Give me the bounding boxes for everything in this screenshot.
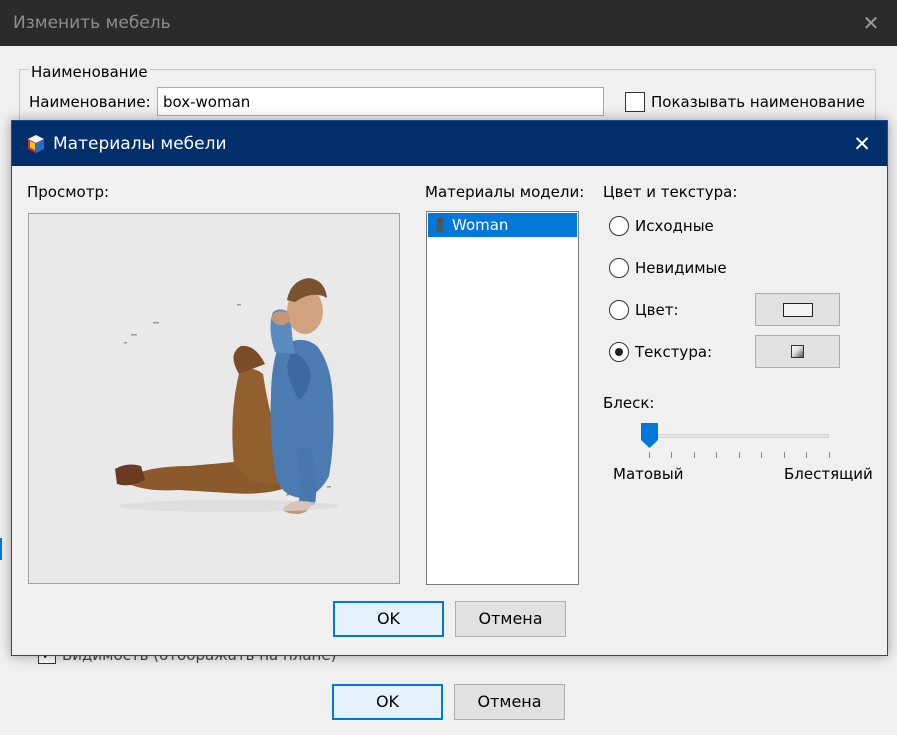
show-name-label: Показывать наименование [651,93,865,111]
invisible-radio[interactable] [609,258,629,278]
color-radio[interactable] [609,300,629,320]
color-button[interactable] [755,293,840,326]
materials-title: Материалы мебели [53,134,227,154]
seated-man-3d-model [115,278,339,514]
original-radio-label: Исходные [635,217,714,235]
cancel-button[interactable]: Отмена [454,684,565,720]
materials-label: Материалы модели: [425,183,585,201]
edit-furniture-title: Изменить мебель [13,13,171,33]
name-group-legend: Наименование [29,63,150,81]
invisible-radio-label: Невидимые [635,259,727,277]
ok-button[interactable]: OK [332,684,443,720]
texture-radio-label: Текстура: [635,343,713,361]
shininess-label: Блеск: [603,394,655,412]
radio-selected-dot [615,348,623,356]
color-radio-label: Цвет: [635,301,679,319]
close-icon[interactable]: ✕ [858,10,884,36]
materials-titlebar: Материалы мебели ✕ [12,121,887,166]
focus-accent [0,538,2,560]
original-radio[interactable] [609,216,629,236]
color-swatch [783,303,813,317]
edit-furniture-titlebar: Изменить мебель ✕ [0,0,897,46]
shininess-slider-track[interactable] [650,434,829,438]
app-cube-icon [28,135,44,153]
shininess-slider-ticks [649,452,831,460]
screen: Изменить мебель ✕ Наименование Наименова… [0,0,897,735]
shininess-max-label: Блестящий [784,465,873,483]
preview-label: Просмотр: [27,183,110,201]
material-name: Woman [452,216,509,234]
shininess-min-label: Матовый [613,465,684,483]
preview-panel[interactable] [28,213,400,584]
cancel-button[interactable]: Отмена [455,601,566,637]
texture-button[interactable] [755,335,840,368]
name-label: Наименование: [29,93,151,111]
shininess-slider-thumb[interactable] [641,423,658,448]
materials-list[interactable]: Woman [426,211,579,585]
name-input[interactable] [157,87,604,116]
show-name-checkbox[interactable] [625,92,645,112]
furniture-materials-dialog: Материалы мебели ✕ Просмотр: Материалы м… [11,120,888,656]
list-item[interactable]: Woman [428,213,577,237]
color-texture-label: Цвет и текстура: [603,183,738,201]
texture-gradient-icon [791,345,804,358]
ok-button[interactable]: OK [333,601,444,637]
material-icon [436,217,444,232]
close-icon[interactable]: ✕ [848,130,876,158]
texture-radio[interactable] [609,342,629,362]
